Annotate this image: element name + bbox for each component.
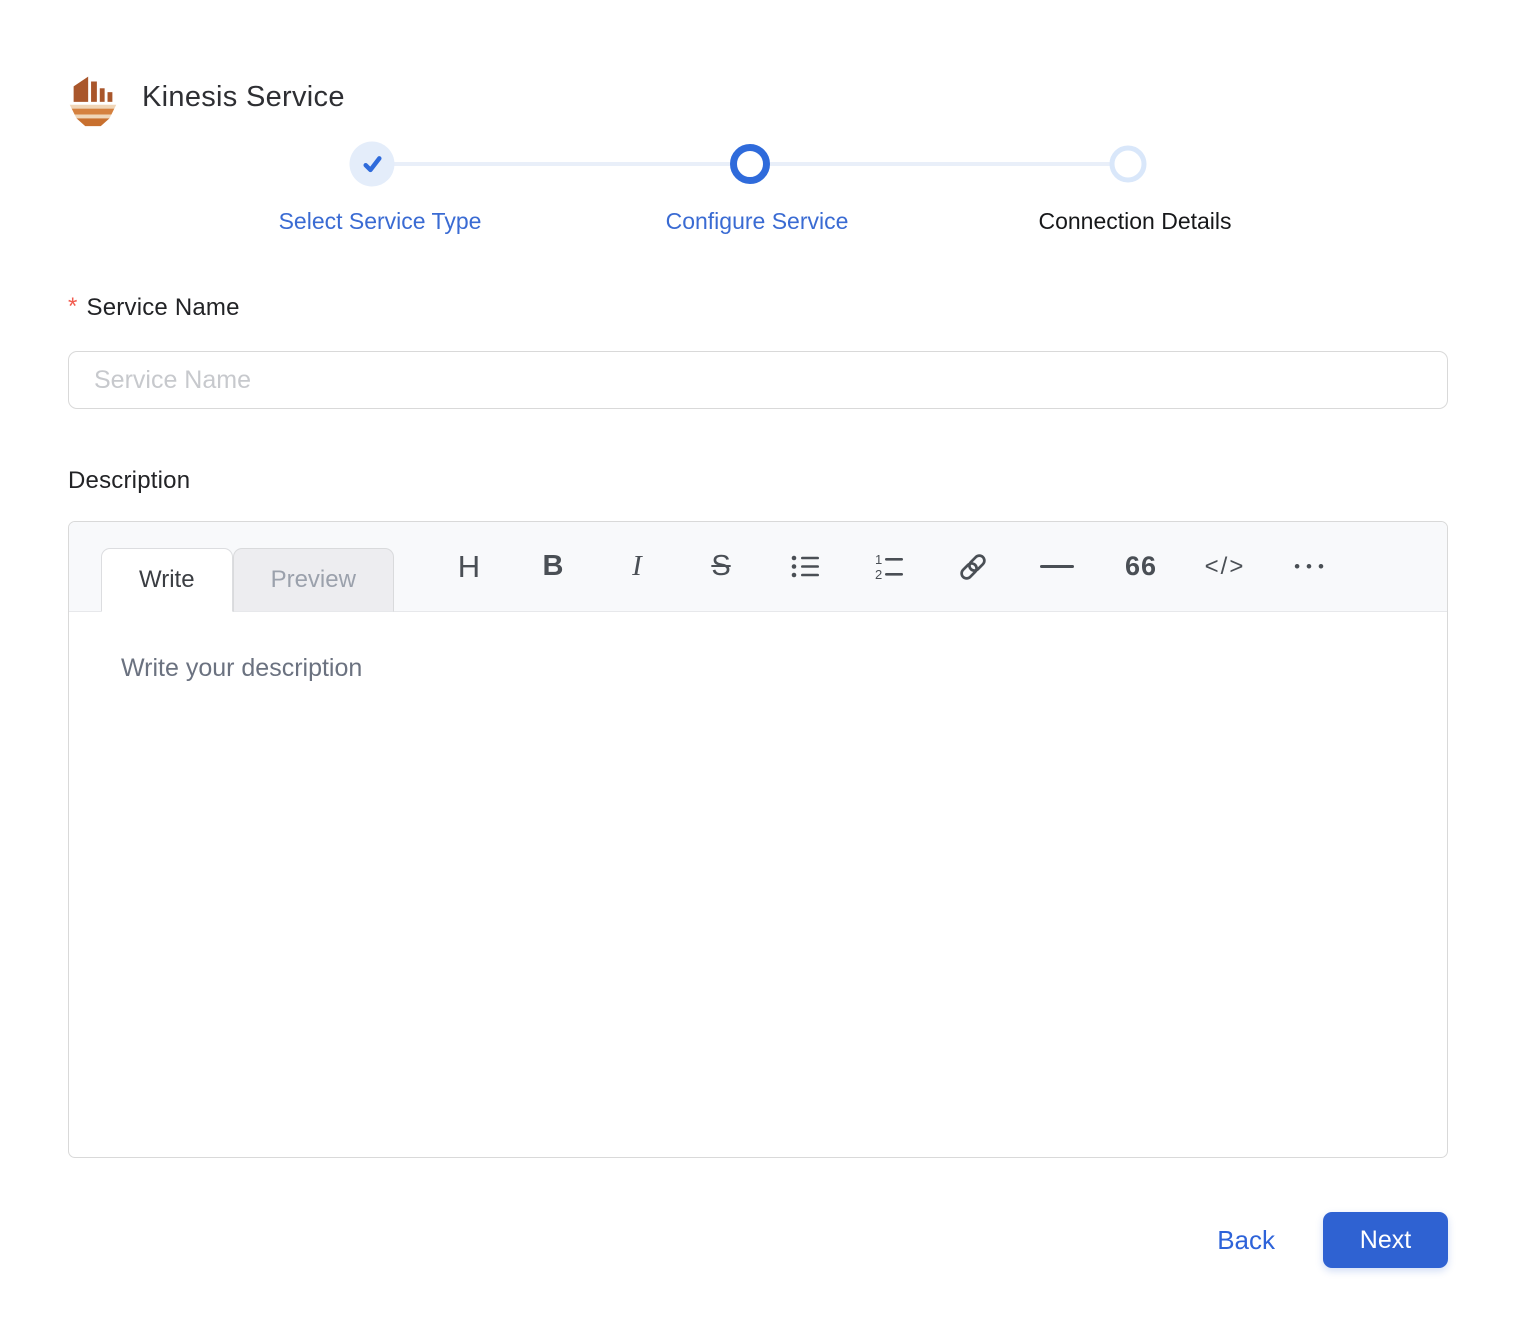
svg-text:1: 1 xyxy=(875,553,882,567)
stepper: Select Service Type Configure Service Co… xyxy=(68,140,1448,248)
italic-icon: I xyxy=(632,550,642,583)
quote-button[interactable]: 66 xyxy=(1099,522,1183,612)
strikethrough-button[interactable]: S xyxy=(679,522,763,612)
tab-write[interactable]: Write xyxy=(101,548,233,612)
svg-text:2: 2 xyxy=(875,567,882,581)
service-name-input[interactable] xyxy=(68,351,1448,409)
tab-preview[interactable]: Preview xyxy=(233,548,394,612)
back-button[interactable]: Back xyxy=(1217,1225,1275,1256)
bold-button[interactable]: B xyxy=(511,522,595,612)
editor-body xyxy=(69,612,1447,1157)
step-label-configure-service[interactable]: Configure Service xyxy=(666,208,849,235)
app-header: Kinesis Service xyxy=(62,66,345,128)
editor-toolbar-header: Write Preview H B I S xyxy=(69,522,1447,612)
link-icon xyxy=(957,551,989,583)
bullet-list-icon xyxy=(790,553,820,580)
service-name-label-text: Service Name xyxy=(87,294,240,321)
code-button[interactable]: </> xyxy=(1183,522,1267,612)
kinesis-icon xyxy=(62,66,124,128)
step-indicator-select-service-type[interactable] xyxy=(350,142,395,187)
heading-icon: H xyxy=(458,549,480,585)
editor-toolbar: H B I S xyxy=(427,522,1351,611)
code-icon: </> xyxy=(1205,553,1246,581)
editor-tabs: Write Preview xyxy=(101,548,394,612)
description-editor: Write Preview H B I S xyxy=(68,521,1448,1158)
horizontal-rule-icon xyxy=(1040,565,1074,568)
ordered-list-icon: 1 2 xyxy=(874,553,904,581)
more-icon: ••• xyxy=(1288,557,1330,577)
bullet-list-button[interactable] xyxy=(763,522,847,612)
page-title: Kinesis Service xyxy=(142,81,345,114)
step-indicator-connection-details[interactable] xyxy=(1110,146,1147,183)
more-button[interactable]: ••• xyxy=(1267,522,1351,612)
horizontal-rule-button[interactable] xyxy=(1015,522,1099,612)
step-indicator-configure-service[interactable] xyxy=(730,144,770,184)
wizard-footer: Back Next xyxy=(1217,1212,1448,1268)
italic-button[interactable]: I xyxy=(595,522,679,612)
required-asterisk: * xyxy=(68,293,78,320)
step-label-connection-details: Connection Details xyxy=(1038,208,1231,235)
link-button[interactable] xyxy=(931,522,1015,612)
quote-icon: 66 xyxy=(1125,551,1157,582)
service-name-label: * Service Name xyxy=(68,294,240,322)
description-textarea[interactable] xyxy=(69,612,1447,1157)
heading-button[interactable]: H xyxy=(427,522,511,612)
ordered-list-button[interactable]: 1 2 xyxy=(847,522,931,612)
description-label: Description xyxy=(68,467,190,495)
strikethrough-icon: S xyxy=(711,550,730,583)
step-label-select-service-type[interactable]: Select Service Type xyxy=(279,208,482,235)
bold-icon: B xyxy=(543,550,564,583)
next-button[interactable]: Next xyxy=(1323,1212,1448,1268)
check-icon xyxy=(357,149,387,179)
